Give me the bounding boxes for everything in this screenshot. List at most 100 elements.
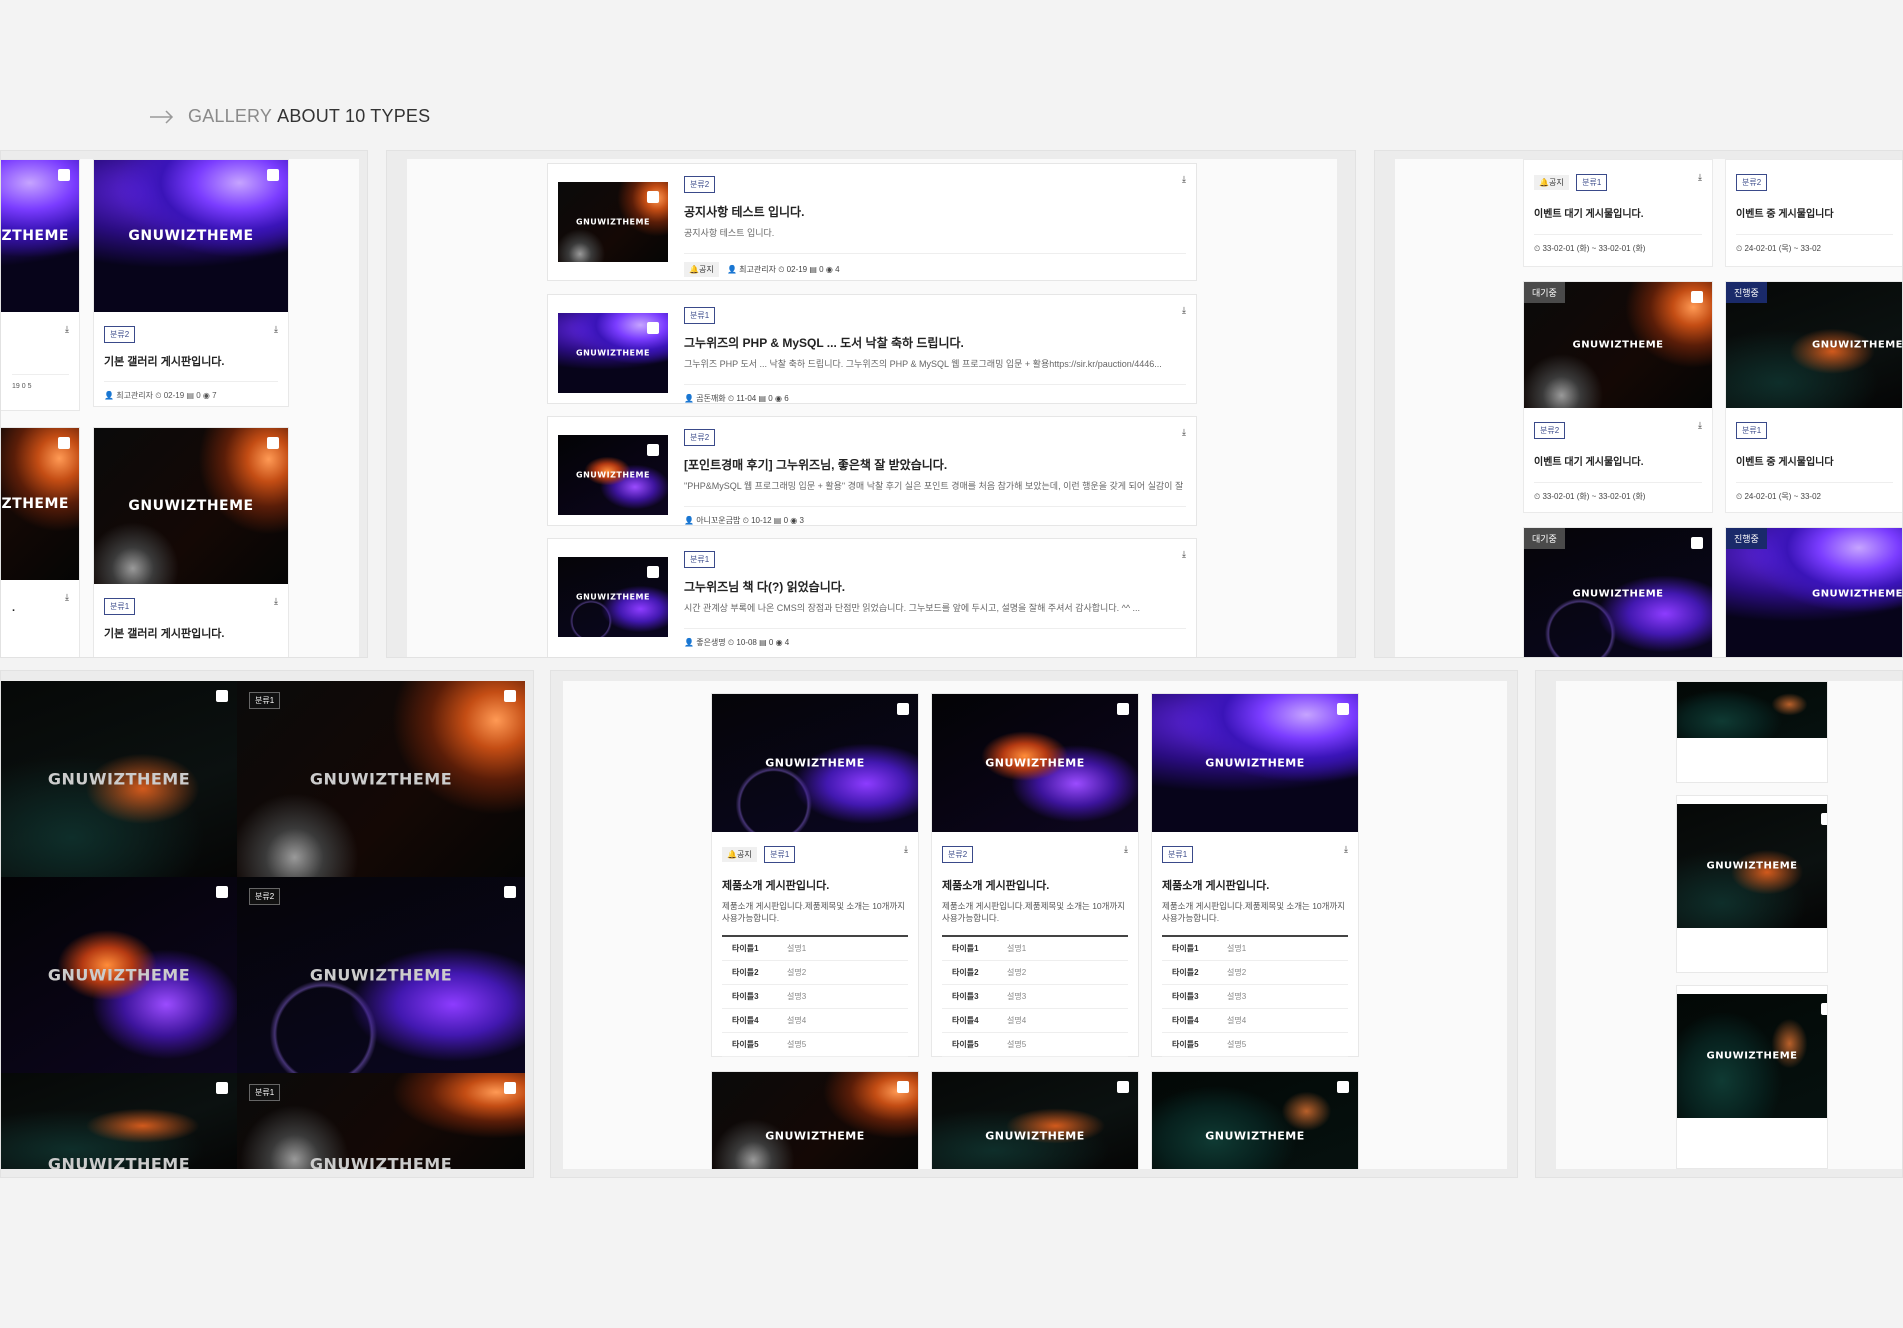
select-checkbox[interactable]: [647, 566, 659, 578]
thumbnail[interactable]: GNUWIZTHEME: [1677, 994, 1827, 1118]
thumbnail[interactable]: 대기중 GNUWIZTHEME: [1524, 282, 1712, 408]
thumbnail[interactable]: 분류1 GNUWIZTHEME: [237, 681, 525, 877]
event-card[interactable]: 🔔공지 분류1 ⤓ 이벤트 대기 게시물입니다. ⏲ 33-02-01 (화) …: [1523, 159, 1713, 267]
download-icon[interactable]: ⤓: [1182, 305, 1186, 316]
download-icon[interactable]: ⤓: [65, 592, 69, 603]
select-checkbox[interactable]: [1691, 291, 1703, 303]
gallery-card-partial[interactable]: GNUWIZTHEME ⤓19 0 5: [1, 159, 80, 411]
select-checkbox[interactable]: [647, 444, 659, 456]
row-title[interactable]: 공지사항 테스트 입니다.: [684, 203, 1186, 220]
product-card[interactable]: GNUWIZTHEME: [711, 1071, 919, 1169]
product-card[interactable]: GNUWIZTHEME 🔔공지 분류1 ⤓ 제품소개 게시판입니다. 제품소개 …: [711, 693, 919, 1057]
select-checkbox[interactable]: [1821, 813, 1827, 825]
select-checkbox[interactable]: [1691, 537, 1703, 549]
download-icon[interactable]: ⤓: [274, 324, 278, 335]
thumbnail[interactable]: GNUWIZTHEME: [1677, 804, 1827, 928]
product-card[interactable]: GNUWIZTHEME 분류1 ⤓ 제품소개 게시판입니다. 제품소개 게시판입…: [1151, 693, 1359, 1057]
category-tag[interactable]: 분류1: [1576, 174, 1608, 191]
thumbnail[interactable]: 진행중 GNUWIZTHEME: [1726, 282, 1902, 408]
thumbnail[interactable]: GNUWIZTHEME: [932, 1072, 1138, 1169]
gallery-card-partial[interactable]: GNUWIZTHEME ⤓.: [1, 427, 80, 657]
thumbnail[interactable]: GNUWIZTHEME: [712, 694, 918, 832]
category-tag[interactable]: 분류1: [764, 846, 796, 863]
select-checkbox[interactable]: [1117, 1081, 1129, 1093]
select-checkbox[interactable]: [897, 1081, 909, 1093]
thumbnail[interactable]: GNUWIZTHEME: [94, 428, 288, 584]
category-tag[interactable]: 분류2: [684, 429, 716, 446]
list-row[interactable]: GNUWIZTHEME 분류1 ⤓ 그누위즈님 책 다(?) 읽었습니다. 시간…: [547, 538, 1197, 657]
event-card[interactable]: 진행중 GNUWIZTHEME 분류1 이벤트 중 게시물입니다 ⏲ 24-02-…: [1725, 281, 1902, 513]
webzine-card[interactable]: GNUWIZTHEME: [1676, 795, 1828, 973]
select-checkbox[interactable]: [58, 169, 70, 181]
thumbnail[interactable]: GNUWIZTHEME: [558, 557, 668, 637]
list-row[interactable]: GNUWIZTHEME 분류1 ⤓ 그누위즈의 PHP & MySQL ... …: [547, 294, 1197, 404]
thumbnail[interactable]: GNUWIZTHEME: [558, 313, 668, 393]
download-icon[interactable]: ⤓: [1182, 549, 1186, 560]
gallery-card[interactable]: GNUWIZTHEME 분류2 ⤓ 기본 갤러리 게시판입니다. 👤 최고관리자…: [93, 159, 289, 407]
gallery-card[interactable]: GNUWIZTHEME 분류1 ⤓ 기본 갤러리 게시판입니다.: [93, 427, 289, 657]
event-card[interactable]: 대기중 GNUWIZTHEME 분류2 ⤓ 이벤트 대기 게시물입니다. ⏲ 33…: [1523, 281, 1713, 513]
category-tag[interactable]: 분류1: [1162, 846, 1194, 863]
select-checkbox[interactable]: [504, 1082, 516, 1094]
category-tag[interactable]: 분류1: [684, 307, 716, 324]
category-tag[interactable]: 분류1: [684, 551, 716, 568]
select-checkbox[interactable]: [647, 191, 659, 203]
category-tag[interactable]: 분류2: [684, 176, 716, 193]
download-icon[interactable]: ⤓: [1182, 174, 1186, 185]
download-icon[interactable]: ⤓: [65, 324, 69, 335]
select-checkbox[interactable]: [1337, 1081, 1349, 1093]
event-title[interactable]: 이벤트 대기 게시물입니다.: [1534, 205, 1702, 220]
thumbnail[interactable]: GNUWIZTHEME: [1, 1073, 237, 1169]
product-title[interactable]: 제품소개 게시판입니다.: [942, 877, 1128, 893]
select-checkbox[interactable]: [58, 437, 70, 449]
category-tag[interactable]: 분류1: [249, 1084, 281, 1101]
category-tag[interactable]: 분류2: [942, 846, 974, 863]
thumbnail[interactable]: GNUWIZTHEME: [558, 182, 668, 262]
thumbnail[interactable]: GNUWIZTHEME: [1, 877, 237, 1073]
event-title[interactable]: 이벤트 대기 게시물입니다.: [1534, 453, 1702, 468]
select-checkbox[interactable]: [1821, 1003, 1827, 1015]
select-checkbox[interactable]: [897, 703, 909, 715]
select-checkbox[interactable]: [216, 886, 228, 898]
select-checkbox[interactable]: [216, 690, 228, 702]
thumbnail[interactable]: GNUWIZTHEME: [1152, 694, 1358, 832]
event-card[interactable]: 진행중 GNUWIZTHEME: [1725, 527, 1902, 657]
category-tag[interactable]: 분류1: [249, 692, 281, 709]
product-card[interactable]: GNUWIZTHEME 분류2 ⤓ 제품소개 게시판입니다. 제품소개 게시판입…: [931, 693, 1139, 1057]
list-row[interactable]: GNUWIZTHEME 분류2 ⤓ 공지사항 테스트 입니다. 공지사항 테스트…: [547, 163, 1197, 281]
product-title[interactable]: 제품소개 게시판입니다.: [722, 877, 908, 893]
card-title[interactable]: 기본 갤러리 게시판입니다.: [104, 353, 278, 369]
download-icon[interactable]: ⤓: [274, 596, 278, 607]
category-tag[interactable]: 분류1: [104, 598, 136, 615]
product-card[interactable]: GNUWIZTHEME: [1151, 1071, 1359, 1169]
select-checkbox[interactable]: [267, 437, 279, 449]
thumbnail[interactable]: GNUWIZTHEME: [1, 681, 237, 877]
category-tag[interactable]: 분류2: [1736, 174, 1768, 191]
event-title[interactable]: 이벤트 중 게시물입니다: [1736, 205, 1893, 220]
select-checkbox[interactable]: [267, 169, 279, 181]
card-title[interactable]: 기본 갤러리 게시판입니다.: [104, 625, 278, 641]
thumbnail[interactable]: GNUWIZTHEME: [712, 1072, 918, 1169]
select-checkbox[interactable]: [647, 322, 659, 334]
thumbnail[interactable]: 진행중 GNUWIZTHEME: [1726, 528, 1902, 657]
select-checkbox[interactable]: [216, 1082, 228, 1094]
row-title[interactable]: [포인트경매 후기] 그누위즈님, 좋은책 잘 받았습니다.: [684, 456, 1186, 473]
thumbnail[interactable]: GNUWIZTHEME: [1152, 1072, 1358, 1169]
row-title[interactable]: 그누위즈의 PHP & MySQL ... 도서 낙찰 축하 드립니다.: [684, 334, 1186, 351]
select-checkbox[interactable]: [504, 886, 516, 898]
download-icon[interactable]: ⤓: [904, 844, 908, 855]
category-tag[interactable]: 분류2: [104, 326, 136, 343]
row-title[interactable]: 그누위즈님 책 다(?) 읽었습니다.: [684, 578, 1186, 595]
select-checkbox[interactable]: [1117, 703, 1129, 715]
category-tag[interactable]: 분류1: [1736, 422, 1768, 439]
event-title[interactable]: 이벤트 중 게시물입니다: [1736, 453, 1893, 468]
list-row[interactable]: GNUWIZTHEME 분류2 ⤓ [포인트경매 후기] 그누위즈님, 좋은책 …: [547, 416, 1197, 526]
download-icon[interactable]: ⤓: [1344, 844, 1348, 855]
thumbnail[interactable]: 대기중 GNUWIZTHEME: [1524, 528, 1712, 657]
download-icon[interactable]: ⤓: [1698, 420, 1702, 431]
thumbnail[interactable]: 분류2 GNUWIZTHEME: [237, 877, 525, 1073]
thumbnail[interactable]: [1677, 682, 1827, 738]
thumbnail[interactable]: GNUWIZTHEME: [94, 160, 288, 312]
thumbnail[interactable]: 분류1 GNUWIZTHEME: [237, 1073, 525, 1169]
event-card[interactable]: 분류2 이벤트 중 게시물입니다 ⏲ 24-02-01 (목) ~ 33-02: [1725, 159, 1902, 267]
